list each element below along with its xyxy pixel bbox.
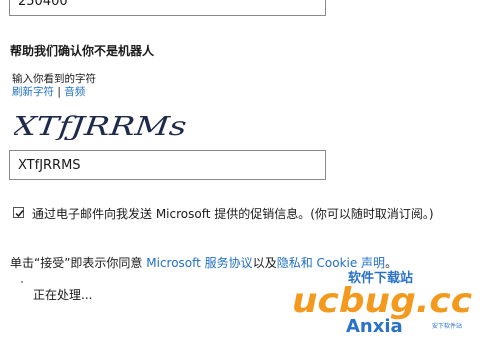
checkmark-icon xyxy=(15,210,24,218)
watermark-main-text: ucbug.cc xyxy=(292,281,472,321)
promo-checkbox-label: 通过电子邮件向我发送 Microsoft 提供的促销信息。(你可以随时取消订阅。… xyxy=(32,207,434,221)
promo-checkbox[interactable] xyxy=(13,207,24,218)
link-separator: | xyxy=(57,86,61,98)
service-agreement-link[interactable]: Microsoft 服务协议 xyxy=(146,256,252,270)
captcha-image: XTfJRRMs xyxy=(14,112,188,140)
captcha-heading: 帮助我们确认你不是机器人 xyxy=(10,44,155,58)
captcha-text: XTfJRRMs xyxy=(14,112,188,140)
captcha-links: 刷新字符 | 音频 xyxy=(12,84,85,99)
captcha-input[interactable] xyxy=(9,150,326,180)
watermark-tiny-text: 安下软件站 xyxy=(432,322,462,330)
terms-conjunction: 以及 xyxy=(252,256,277,270)
site-watermark-logo: 软件下载站 ucbug.cc Anxia 安下软件站 xyxy=(292,270,472,337)
audio-link[interactable]: 音频 xyxy=(64,86,85,98)
terms-prefix: 单击“接受”即表示你同意 xyxy=(10,256,147,270)
watermark-sub-text: Anxia xyxy=(346,316,403,337)
previous-field-input[interactable] xyxy=(9,0,326,16)
refresh-characters-link[interactable]: 刷新字符 xyxy=(12,86,54,98)
processing-status: 正在处理... xyxy=(33,288,93,302)
spinner-dot-icon xyxy=(21,281,23,283)
